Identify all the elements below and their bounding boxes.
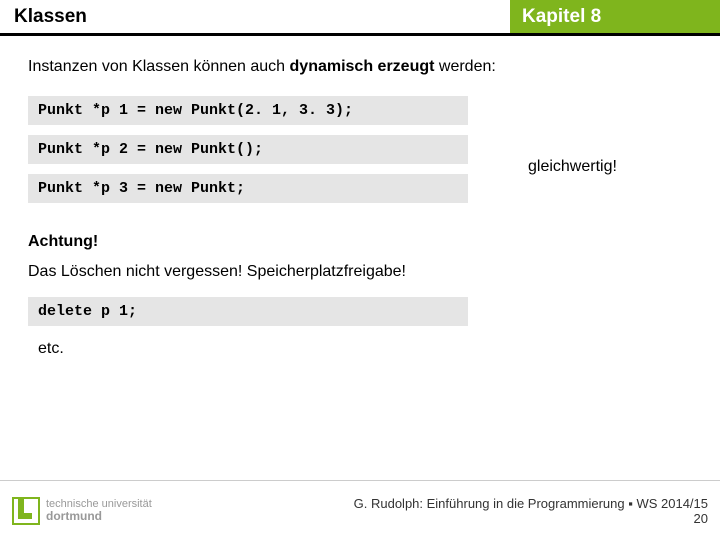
code-block-1: Punkt *p 1 = new Punkt(2. 1, 3. 3); — [28, 96, 468, 125]
footer-credit: G. Rudolph: Einführung in die Programmie… — [354, 496, 708, 511]
intro-post: werden: — [434, 58, 495, 75]
footer-right: G. Rudolph: Einführung in die Programmie… — [354, 496, 708, 526]
header-title-right: Kapitel 8 — [510, 0, 720, 36]
etc-text: etc. — [38, 340, 692, 358]
uni-line2: dortmund — [46, 510, 152, 523]
tu-logo-icon — [12, 497, 40, 525]
tu-logo-text: technische universität dortmund — [46, 498, 152, 523]
code-row-2: Punkt *p 2 = new Punkt(); gleichwertig! — [28, 135, 692, 174]
slide-number: 20 — [354, 511, 708, 526]
header-title-left: Klassen — [0, 0, 510, 36]
warning-text: Das Löschen nicht vergessen! Speicherpla… — [28, 263, 692, 281]
code-annotation: gleichwertig! — [528, 158, 617, 176]
warning-title: Achtung! — [28, 233, 692, 251]
tu-logo: technische universität dortmund — [12, 497, 152, 525]
slide-footer: technische universität dortmund G. Rudol… — [0, 480, 720, 540]
intro-text: Instanzen von Klassen können auch dynami… — [28, 58, 692, 76]
code-block-2: Punkt *p 2 = new Punkt(); — [28, 135, 468, 164]
intro-pre: Instanzen von Klassen können auch — [28, 58, 290, 75]
slide-content: Instanzen von Klassen können auch dynami… — [0, 36, 720, 358]
code-block-delete: delete p 1; — [28, 297, 468, 326]
intro-bold: dynamisch erzeugt — [290, 58, 435, 75]
slide-header: Klassen Kapitel 8 — [0, 0, 720, 36]
code-block-3: Punkt *p 3 = new Punkt; — [28, 174, 468, 203]
